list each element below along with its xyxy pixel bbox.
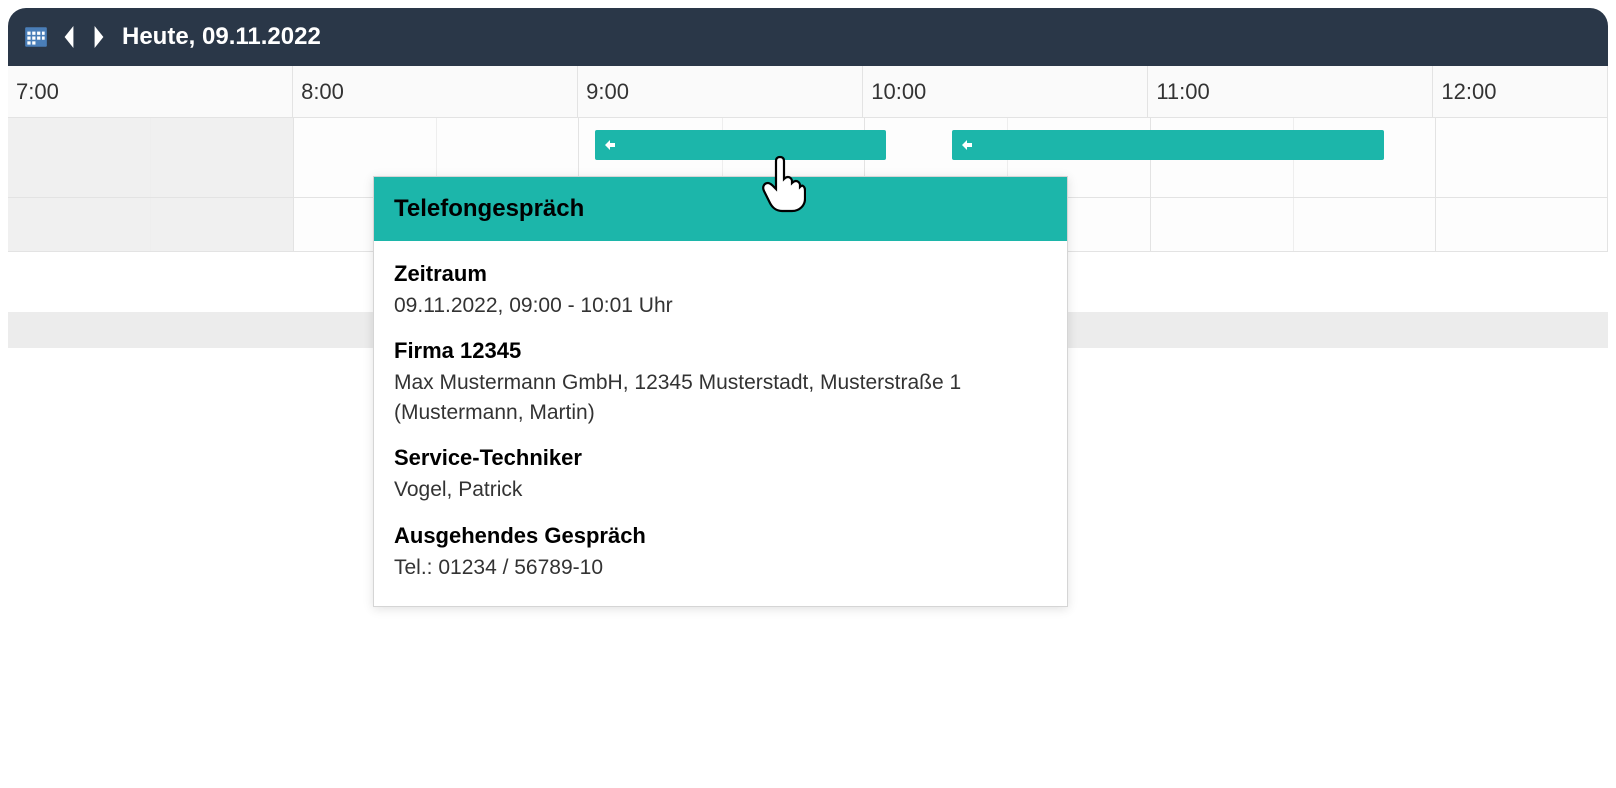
tooltip-techniker: Service-Techniker Vogel, Patrick [394,445,1047,504]
tooltip-zeitraum: Zeitraum 09.11.2022, 09:00 - 10:01 Uhr [394,261,1047,320]
tooltip-body: Zeitraum 09.11.2022, 09:00 - 10:01 Uhr F… [374,241,1067,606]
time-label: 12:00 [1433,66,1608,117]
tooltip-ausgehend: Ausgehendes Gespräch Tel.: 01234 / 56789… [394,523,1047,582]
header-date-title: Heute, 09.11.2022 [122,23,321,51]
techniker-label: Service-Techniker [394,445,1047,471]
zeitraum-value: 09.11.2022, 09:00 - 10:01 Uhr [394,291,1047,320]
time-cell[interactable] [8,118,294,197]
firma-value: Max Mustermann GmbH, 12345 Musterstadt, … [394,368,1047,427]
ausgehend-value: Tel.: 01234 / 56789-10 [394,553,1047,582]
firma-label: Firma 12345 [394,338,1047,364]
arrow-left-icon [603,138,617,152]
prev-arrow[interactable] [56,19,82,55]
tooltip-title: Telefongespräch [374,177,1067,241]
time-label: 8:00 [293,66,578,117]
time-cell[interactable] [8,198,294,251]
techniker-value: Vogel, Patrick [394,475,1047,504]
time-label: 11:00 [1148,66,1433,117]
event-bar-2[interactable] [952,130,1384,160]
time-header: 7:00 8:00 9:00 10:00 11:00 12:00 [8,66,1608,118]
zeitraum-label: Zeitraum [394,261,1047,287]
time-label: 10:00 [863,66,1148,117]
calendar-icon[interactable] [20,21,52,53]
time-cell[interactable] [1436,198,1608,251]
time-cell[interactable] [1436,118,1608,197]
time-label: 7:00 [8,66,293,117]
ausgehend-label: Ausgehendes Gespräch [394,523,1047,549]
arrow-left-icon [960,138,974,152]
event-tooltip: Telefongespräch Zeitraum 09.11.2022, 09:… [373,176,1068,607]
header-bar: Heute, 09.11.2022 [8,8,1608,66]
time-cell[interactable] [1151,198,1437,251]
event-bar-1[interactable] [595,130,886,160]
time-label: 9:00 [578,66,863,117]
tooltip-firma: Firma 12345 Max Mustermann GmbH, 12345 M… [394,338,1047,427]
next-arrow[interactable] [86,19,112,55]
app-frame: Heute, 09.11.2022 7:00 8:00 9:00 10:00 1… [8,8,1608,780]
